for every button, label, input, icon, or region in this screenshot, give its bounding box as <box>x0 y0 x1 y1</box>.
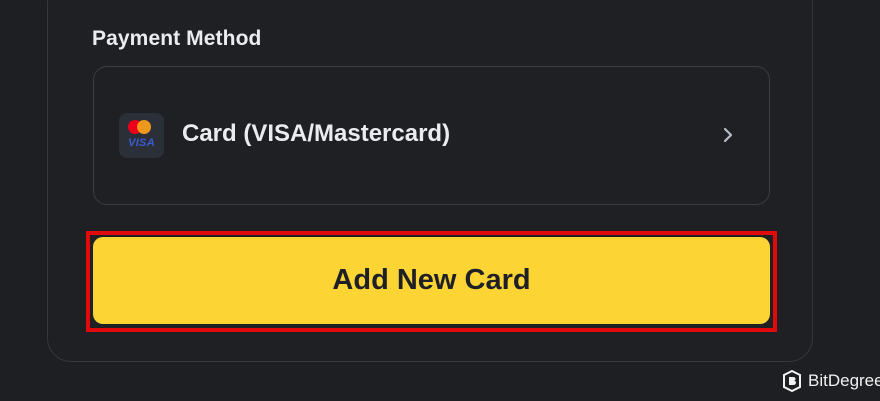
payment-method-label: Card (VISA/Mastercard) <box>182 120 451 147</box>
payment-method-heading: Payment Method <box>92 27 262 50</box>
payment-page: Payment Method VISA Card (VISA/Mastercar… <box>0 0 880 401</box>
add-new-card-button[interactable]: Add New Card <box>93 237 770 324</box>
watermark-text: BitDegree <box>808 371 880 390</box>
visa-mastercard-icon: VISA <box>119 113 164 158</box>
visa-text: VISA <box>128 137 155 149</box>
bitdegree-logo-icon <box>783 370 801 392</box>
mastercard-circle-orange <box>137 120 151 134</box>
chevron-right-icon <box>723 127 733 143</box>
bitdegree-watermark: BitDegree <box>782 369 880 393</box>
payment-method-option-card[interactable]: VISA Card (VISA/Mastercard) <box>93 66 770 205</box>
